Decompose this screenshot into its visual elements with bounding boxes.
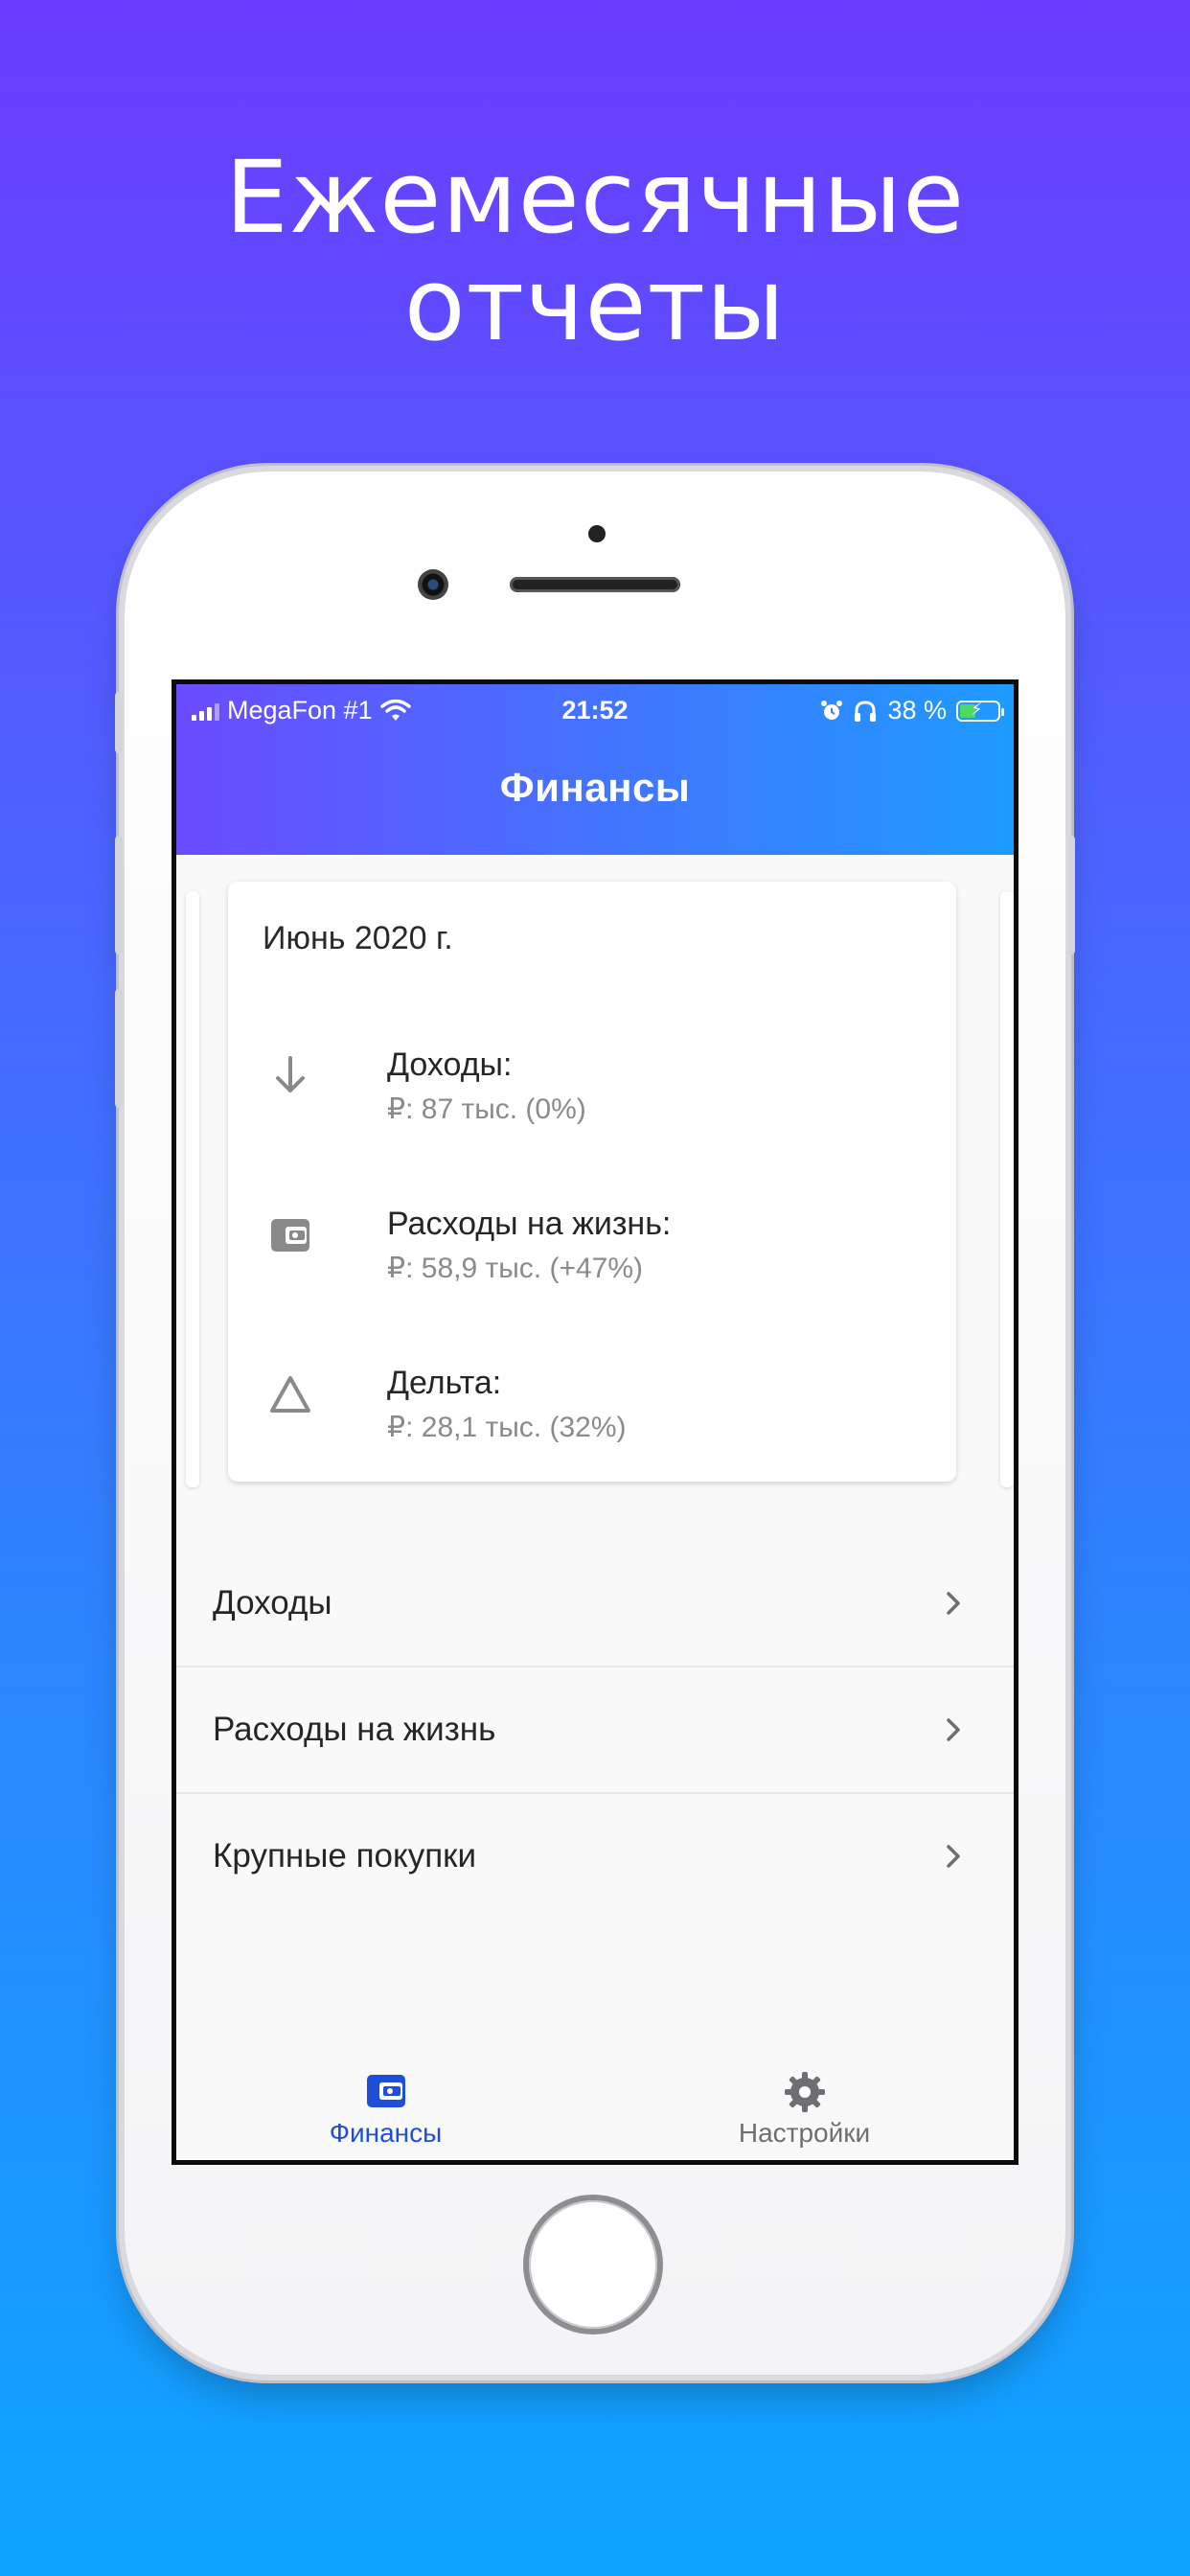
income-value: ₽: 87 тыс. (0%) [387, 1093, 586, 1125]
power-button [1067, 836, 1075, 954]
triangle-icon [270, 1376, 310, 1413]
proximity-sensor [588, 525, 606, 542]
screen: MegaFon #1 21:52 38 % ⚡ Финансы Июнь 202… [176, 684, 1014, 2160]
battery-icon: ⚡ [956, 700, 1004, 722]
delta-stat: Дельта: ₽: 28,1 тыс. (32%) [228, 1359, 956, 1474]
expenses-stat: Расходы на жизнь: ₽: 58,9 тыс. (+47%) [228, 1200, 956, 1315]
expenses-value: ₽: 58,9 тыс. (+47%) [387, 1253, 643, 1284]
tab-label: Настройки [738, 2118, 871, 2148]
headphones-icon [855, 700, 877, 722]
mute-switch [115, 692, 123, 753]
delta-label: Дельта: [387, 1365, 502, 1401]
expenses-label: Расходы на жизнь: [387, 1206, 672, 1242]
battery-percent: 38 % [887, 696, 947, 724]
bottom-navigation: Финансы Настройки [176, 2064, 1014, 2160]
chevron-right-icon [947, 1845, 960, 1868]
app-bar: MegaFon #1 21:52 38 % ⚡ Финансы [176, 684, 1014, 855]
tab-settings[interactable]: Настройки [595, 2064, 1014, 2160]
volume-up-button [115, 836, 123, 954]
arrow-down-icon [276, 1056, 305, 1092]
monthly-summary-card[interactable]: Июнь 2020 г. Доходы: ₽: 87 тыс. (0%) Рас… [228, 882, 956, 1482]
menu-item-label: Доходы [213, 1584, 332, 1622]
alarm-icon [821, 700, 843, 720]
tab-label: Финансы [329, 2118, 443, 2148]
phone-frame: MegaFon #1 21:52 38 % ⚡ Финансы Июнь 202… [115, 472, 1075, 2375]
chevron-right-icon [947, 1592, 960, 1615]
next-card-peek[interactable] [1000, 891, 1014, 1487]
summary-month: Июнь 2020 г. [263, 920, 453, 956]
delta-value: ₽: 28,1 тыс. (32%) [387, 1412, 627, 1443]
promo-headline: Ежемесячные отчеты [0, 144, 1190, 358]
menu-item-label: Крупные покупки [213, 1837, 477, 1874]
headline-line-2: отчеты [403, 246, 787, 363]
menu-item-income[interactable]: Доходы [176, 1541, 1014, 1668]
menu-item-living-expenses[interactable]: Расходы на жизнь [176, 1668, 1014, 1794]
earpiece-speaker [510, 577, 680, 592]
menu-item-label: Расходы на жизнь [213, 1711, 496, 1748]
status-bar: MegaFon #1 21:52 38 % ⚡ [176, 684, 1014, 738]
income-label: Доходы: [387, 1046, 513, 1083]
prev-card-peek[interactable] [186, 891, 199, 1487]
front-camera [418, 569, 448, 600]
wallet-icon [271, 1219, 309, 1252]
volume-down-button [115, 989, 123, 1108]
menu-item-big-purchases[interactable]: Крупные покупки [176, 1794, 1014, 1919]
home-button[interactable] [529, 2200, 657, 2329]
chevron-right-icon [947, 1718, 960, 1741]
headline-line-1: Ежемесячные [224, 139, 966, 256]
wallet-icon [366, 2075, 405, 2107]
gear-icon [784, 2072, 825, 2112]
income-stat: Доходы: ₽: 87 тыс. (0%) [228, 1041, 956, 1156]
tab-finances[interactable]: Финансы [176, 2064, 595, 2160]
app-title: Финансы [499, 765, 691, 810]
